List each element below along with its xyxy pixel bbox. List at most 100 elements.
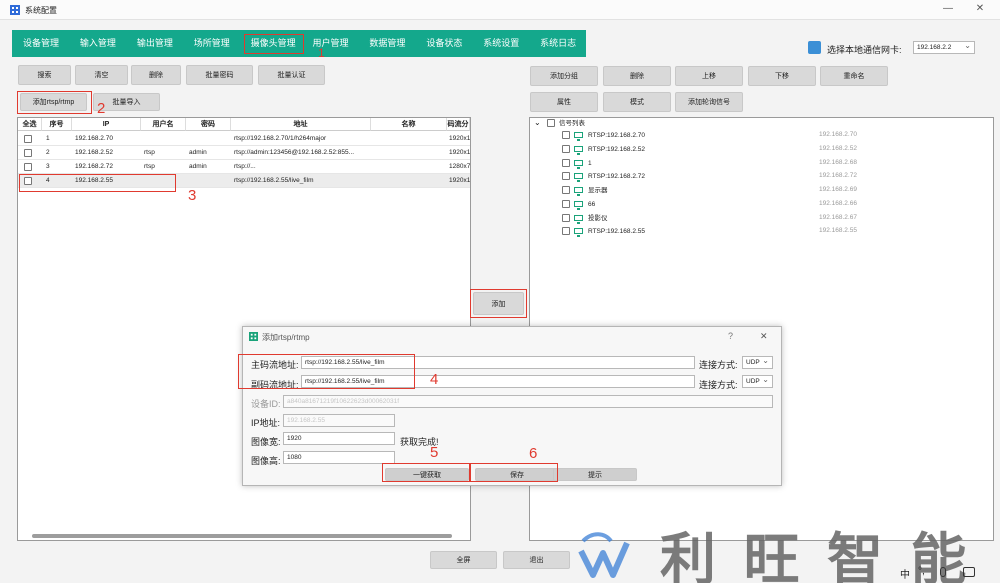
hint-button[interactable]: 提示 bbox=[553, 468, 637, 481]
clear-button[interactable]: 清空 bbox=[75, 65, 128, 85]
tree-item-checkbox[interactable] bbox=[562, 214, 570, 222]
annotation-2: 2 bbox=[97, 100, 106, 117]
tree-item-label: RTSP:192.168.2.72 bbox=[588, 173, 645, 180]
move-up-button[interactable]: 上移 bbox=[675, 66, 743, 86]
exit-button[interactable]: 退出 bbox=[503, 551, 570, 569]
row-checkbox[interactable] bbox=[24, 135, 32, 143]
tree-item-ip: 192.168.2.68 bbox=[819, 159, 857, 166]
annotation-5: 5 bbox=[430, 444, 439, 461]
row-index: 3 bbox=[46, 163, 50, 170]
tree-item-ip: 192.168.2.72 bbox=[819, 172, 857, 179]
add-group-button[interactable]: 添加分组 bbox=[530, 66, 598, 86]
tab-output-management[interactable]: 输出管理 bbox=[126, 30, 183, 57]
monitor-icon bbox=[574, 201, 583, 210]
tab-device-status[interactable]: 设备状态 bbox=[415, 30, 472, 57]
tree-item-ip: 192.168.2.52 bbox=[819, 145, 857, 152]
highlight-row-4 bbox=[19, 174, 176, 192]
tree-item-ip: 192.168.2.70 bbox=[819, 131, 857, 138]
window-titlebar: 系统配置 — ✕ bbox=[0, 0, 1000, 20]
minimize-button[interactable]: — bbox=[938, 3, 958, 14]
tab-system-settings[interactable]: 系统设置 bbox=[472, 30, 529, 57]
tab-data-management[interactable]: 数据管理 bbox=[358, 30, 415, 57]
header-select-all[interactable]: 全选 bbox=[18, 118, 42, 131]
row-checkbox[interactable] bbox=[24, 163, 32, 171]
tree-root-label: 信号列表 bbox=[559, 120, 585, 127]
tree-item-checkbox[interactable] bbox=[562, 131, 570, 139]
annotation-1: 1 bbox=[318, 46, 325, 60]
monitor-icon bbox=[574, 132, 583, 141]
sub-conn-select[interactable]: UDP bbox=[742, 374, 773, 388]
table-row[interactable]: 3 192.168.2.72 rtsp admin rtsp://... 128… bbox=[18, 160, 470, 174]
search-button[interactable]: 搜索 bbox=[18, 65, 71, 85]
move-down-button[interactable]: 下移 bbox=[748, 66, 816, 86]
image-width-input[interactable]: 1920 bbox=[283, 432, 395, 445]
fullscreen-button[interactable]: 全屏 bbox=[430, 551, 497, 569]
dialog-close-button[interactable]: ✕ bbox=[760, 331, 768, 342]
row-password: admin bbox=[189, 163, 207, 170]
row-ip: 192.168.2.52 bbox=[75, 149, 113, 156]
monitor-icon bbox=[574, 215, 583, 224]
tree-item-checkbox[interactable] bbox=[562, 227, 570, 235]
punctuation-indicator[interactable]: °, bbox=[918, 566, 925, 577]
row-resolution: 1920x1 bbox=[449, 135, 470, 142]
header-ip: IP bbox=[72, 118, 141, 131]
tree-item-checkbox[interactable] bbox=[562, 200, 570, 208]
tree-item-label: RTSP:192.168.2.55 bbox=[588, 228, 645, 235]
keyboard-icon[interactable] bbox=[963, 567, 975, 577]
tab-user-management[interactable]: 用户管理 bbox=[302, 30, 359, 57]
table-row[interactable]: 2 192.168.2.52 rtsp admin rtsp://admin:1… bbox=[18, 146, 470, 160]
monitor-icon bbox=[574, 228, 583, 237]
device-id-input[interactable]: a840a81671219f10622623d00062031f bbox=[283, 395, 773, 408]
add-rtsp-dialog: 添加rtsp/rtmp ? ✕ 主码流地址: rtsp://192.168.2.… bbox=[242, 326, 782, 486]
rename-button[interactable]: 重命名 bbox=[820, 66, 888, 86]
tree-item-label: 66 bbox=[588, 201, 596, 208]
sub-conn-value: UDP bbox=[746, 378, 760, 385]
tree-item-checkbox[interactable] bbox=[562, 186, 570, 194]
tab-venue-management[interactable]: 场所管理 bbox=[183, 30, 240, 57]
tab-device-management[interactable]: 设备管理 bbox=[12, 30, 69, 57]
tree-item-checkbox[interactable] bbox=[562, 172, 570, 180]
batch-password-button[interactable]: 批量密码 bbox=[186, 65, 253, 85]
row-ip: 192.168.2.70 bbox=[75, 135, 113, 142]
header-username: 用户名 bbox=[141, 118, 186, 131]
monitor-icon bbox=[574, 160, 583, 169]
table-row[interactable]: 1 192.168.2.70 rtsp://192.168.2.70/1/h26… bbox=[18, 132, 470, 146]
expand-icon[interactable]: ⌄ bbox=[534, 116, 541, 129]
tree-item-checkbox[interactable] bbox=[562, 145, 570, 153]
image-width-label: 图像宽: bbox=[251, 437, 281, 447]
ime-indicator[interactable]: 中 bbox=[900, 566, 910, 581]
tree-root-checkbox[interactable] bbox=[547, 119, 555, 127]
tab-input-management[interactable]: 输入管理 bbox=[69, 30, 126, 57]
microphone-icon[interactable] bbox=[940, 567, 946, 577]
highlight-fetch-button bbox=[382, 463, 470, 482]
mode-button[interactable]: 模式 bbox=[603, 92, 671, 112]
highlight-stream-fields bbox=[238, 354, 415, 389]
batch-auth-button[interactable]: 批量认证 bbox=[258, 65, 325, 85]
row-username: rtsp bbox=[144, 149, 155, 156]
row-checkbox[interactable] bbox=[24, 149, 32, 157]
window-title: 系统配置 bbox=[25, 6, 57, 15]
tree-item-ip: 192.168.2.69 bbox=[819, 186, 857, 193]
image-height-input[interactable]: 1080 bbox=[283, 451, 395, 464]
tree-item-label: 投影仪 bbox=[588, 215, 608, 222]
tab-system-log[interactable]: 系统日志 bbox=[529, 30, 586, 57]
horizontal-scrollbar[interactable] bbox=[32, 534, 452, 538]
tree-item-checkbox[interactable] bbox=[562, 159, 570, 167]
delete-button[interactable]: 删除 bbox=[131, 65, 181, 85]
dialog-help-button[interactable]: ? bbox=[728, 331, 733, 341]
tree-item-ip: 192.168.2.66 bbox=[819, 200, 857, 207]
properties-button[interactable]: 属性 bbox=[530, 92, 598, 112]
ip-address-input[interactable]: 192.168.2.55 bbox=[283, 414, 395, 427]
tree-delete-button[interactable]: 删除 bbox=[603, 66, 671, 86]
close-button[interactable]: ✕ bbox=[970, 3, 990, 14]
main-conn-value: UDP bbox=[746, 359, 760, 366]
main-conn-select[interactable]: UDP bbox=[742, 355, 773, 369]
monitor-icon bbox=[574, 173, 583, 182]
app-icon bbox=[10, 5, 20, 15]
monitor-icon bbox=[574, 187, 583, 196]
nic-select[interactable]: 192.168.2.2 bbox=[913, 40, 975, 54]
row-address: rtsp://192.168.2.70/1/h264major bbox=[234, 135, 327, 142]
row-resolution: 1920x1 bbox=[449, 177, 470, 184]
add-polling-signal-button[interactable]: 添加轮询信号 bbox=[675, 92, 743, 112]
device-id-label: 设备ID: bbox=[251, 399, 281, 409]
